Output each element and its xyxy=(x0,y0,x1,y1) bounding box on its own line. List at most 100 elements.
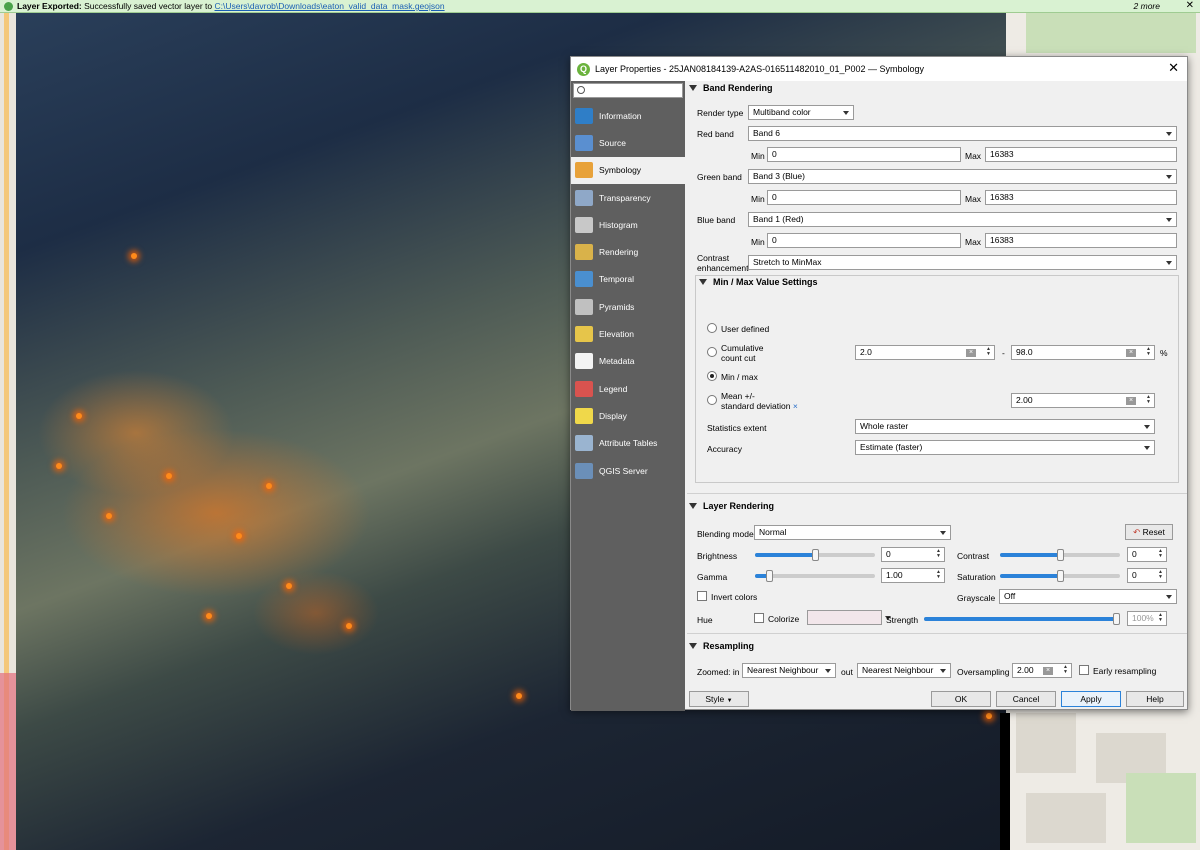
sidebar-item-elevation[interactable]: Elevation xyxy=(571,320,685,347)
strength-input[interactable]: 100% ▲ ▼ xyxy=(1127,611,1167,626)
apply-button[interactable]: Apply xyxy=(1061,691,1121,707)
sidebar-item-qgis-server[interactable]: QGIS Server xyxy=(571,457,685,484)
sidebar-item-legend[interactable]: Legend xyxy=(571,375,685,402)
red-max-input[interactable]: 16383 xyxy=(985,147,1177,162)
collapse-icon xyxy=(689,503,697,509)
strength-slider[interactable] xyxy=(924,613,1120,625)
search-input[interactable] xyxy=(573,83,683,98)
message-bar: Layer Exported: Successfully saved vecto… xyxy=(0,0,1200,13)
sidebar-item-temporal[interactable]: Temporal xyxy=(571,266,685,293)
grayscale-select[interactable]: Off xyxy=(999,589,1177,604)
contrast-slider[interactable] xyxy=(1000,549,1120,561)
spinner-icon[interactable]: ▲ ▼ xyxy=(1156,549,1165,560)
colorize-label[interactable]: Colorize xyxy=(768,614,799,624)
chevron-down-icon xyxy=(1166,261,1172,265)
sidebar-item-symbology[interactable]: Symbology xyxy=(571,156,685,184)
style-button[interactable]: Style ▼ xyxy=(689,691,749,707)
contrast-input[interactable]: 0 ▲ ▼ xyxy=(1127,547,1167,562)
contrast-enhancement-label: Contrast enhancement xyxy=(697,253,749,273)
oversampling-input[interactable]: 2.00 × ▲ ▼ xyxy=(1012,663,1072,678)
fire-spot xyxy=(131,253,137,259)
blending-mode-select[interactable]: Normal xyxy=(754,525,951,540)
render-type-select[interactable]: Multiband color xyxy=(748,105,854,120)
saturation-slider[interactable] xyxy=(1000,570,1120,582)
clear-icon[interactable]: × xyxy=(1043,667,1053,675)
more-messages[interactable]: 2 more xyxy=(1134,0,1160,12)
user-defined-label[interactable]: User defined xyxy=(721,324,769,334)
blue-band-select[interactable]: Band 1 (Red) xyxy=(748,212,1177,227)
gamma-slider[interactable] xyxy=(755,570,875,582)
fire-spot xyxy=(986,713,992,719)
red-band-select[interactable]: Band 6 xyxy=(748,126,1177,141)
blue-max-input[interactable]: 16383 xyxy=(985,233,1177,248)
cancel-button[interactable]: Cancel xyxy=(996,691,1056,707)
sidebar-item-histogram[interactable]: Histogram xyxy=(571,211,685,238)
spinner-icon[interactable]: ▲ ▼ xyxy=(1144,347,1153,358)
fire-spot xyxy=(206,613,212,619)
green-band-select[interactable]: Band 3 (Blue) xyxy=(748,169,1177,184)
sidebar-item-attribute-tables[interactable]: Attribute Tables xyxy=(571,430,685,457)
cumulative-radio[interactable] xyxy=(707,347,717,357)
red-min-input[interactable]: 0 xyxy=(767,147,961,162)
cumulative-high-input[interactable]: 98.0 × ▲ ▼ xyxy=(1011,345,1155,360)
clear-icon[interactable]: × xyxy=(1126,349,1136,357)
close-icon[interactable]: ✕ xyxy=(1168,60,1179,76)
cumulative-low-input[interactable]: 2.0 × ▲ ▼ xyxy=(855,345,995,360)
user-defined-radio[interactable] xyxy=(707,323,717,333)
sidebar-item-pyramids[interactable]: Pyramids xyxy=(571,293,685,320)
layer-rendering-header[interactable]: Layer Rendering xyxy=(689,501,774,511)
spinner-icon[interactable]: ▲ ▼ xyxy=(1061,665,1070,676)
blue-min-input[interactable]: 0 xyxy=(767,233,961,248)
close-icon[interactable]: ✕ xyxy=(1186,0,1194,12)
statistics-extent-select[interactable]: Whole raster xyxy=(855,419,1155,434)
sidebar-item-source[interactable]: Source xyxy=(571,129,685,156)
sidebar-item-transparency[interactable]: Transparency xyxy=(571,184,685,211)
early-resampling-label[interactable]: Early resampling xyxy=(1093,666,1156,676)
minmax-header[interactable]: Min / Max Value Settings xyxy=(699,277,818,287)
spinner-icon[interactable]: ▲ ▼ xyxy=(1144,395,1153,406)
sidebar-item-label: Temporal xyxy=(599,274,634,285)
sidebar-item-information[interactable]: Information xyxy=(571,102,685,129)
oversampling-label: Oversampling xyxy=(957,667,1010,677)
spinner-icon[interactable]: ▲ ▼ xyxy=(1156,570,1165,581)
min-max-radio[interactable] xyxy=(707,371,717,381)
green-min-input[interactable]: 0 xyxy=(767,190,961,205)
mean-stddev-radio[interactable] xyxy=(707,395,717,405)
gamma-input[interactable]: 1.00 ▲ ▼ xyxy=(881,568,945,583)
contrast-enhancement-select[interactable]: Stretch to MinMax xyxy=(748,255,1177,270)
stddev-input[interactable]: 2.00 × ▲ ▼ xyxy=(1011,393,1155,408)
mean-stddev-label[interactable]: Mean +/- standard deviation × xyxy=(721,391,798,411)
reset-button[interactable]: ↶ Reset xyxy=(1125,524,1173,540)
brightness-slider[interactable] xyxy=(755,549,875,561)
saturation-label: Saturation xyxy=(957,572,996,582)
legend-icon xyxy=(575,380,593,397)
sidebar-item-metadata[interactable]: Metadata xyxy=(571,348,685,375)
layer-properties-dialog: Q Layer Properties - 25JAN08184139-A2AS-… xyxy=(570,56,1188,711)
zoomed-out-select[interactable]: Nearest Neighbour xyxy=(857,663,951,678)
clear-icon[interactable]: × xyxy=(1126,397,1136,405)
sidebar-item-rendering[interactable]: Rendering xyxy=(571,238,685,265)
cumulative-label[interactable]: Cumulative count cut xyxy=(721,343,764,363)
invert-colors-checkbox[interactable] xyxy=(697,591,707,601)
green-max-input[interactable]: 16383 xyxy=(985,190,1177,205)
early-resampling-checkbox[interactable] xyxy=(1079,665,1089,675)
sidebar-item-display[interactable]: Display xyxy=(571,402,685,429)
help-button[interactable]: Help xyxy=(1126,691,1184,707)
min-max-label[interactable]: Min / max xyxy=(721,372,758,382)
zoomed-in-select[interactable]: Nearest Neighbour xyxy=(742,663,836,678)
accuracy-select[interactable]: Estimate (faster) xyxy=(855,440,1155,455)
message-link[interactable]: C:\Users\davrob\Downloads\eaton_valid_da… xyxy=(215,1,445,11)
clear-icon[interactable]: × xyxy=(966,349,976,357)
colorize-checkbox[interactable] xyxy=(754,613,764,623)
color-swatch-button[interactable] xyxy=(807,610,891,625)
resampling-header[interactable]: Resampling xyxy=(689,641,754,651)
spinner-icon[interactable]: ▲ ▼ xyxy=(984,347,993,358)
ok-button[interactable]: OK xyxy=(931,691,991,707)
spinner-icon[interactable]: ▲ ▼ xyxy=(1156,613,1165,624)
spinner-icon[interactable]: ▲ ▼ xyxy=(934,549,943,560)
band-rendering-header[interactable]: Band Rendering xyxy=(689,83,773,93)
brightness-input[interactable]: 0 ▲ ▼ xyxy=(881,547,945,562)
invert-colors-label[interactable]: Invert colors xyxy=(711,592,757,602)
spinner-icon[interactable]: ▲ ▼ xyxy=(934,570,943,581)
saturation-input[interactable]: 0 ▲ ▼ xyxy=(1127,568,1167,583)
